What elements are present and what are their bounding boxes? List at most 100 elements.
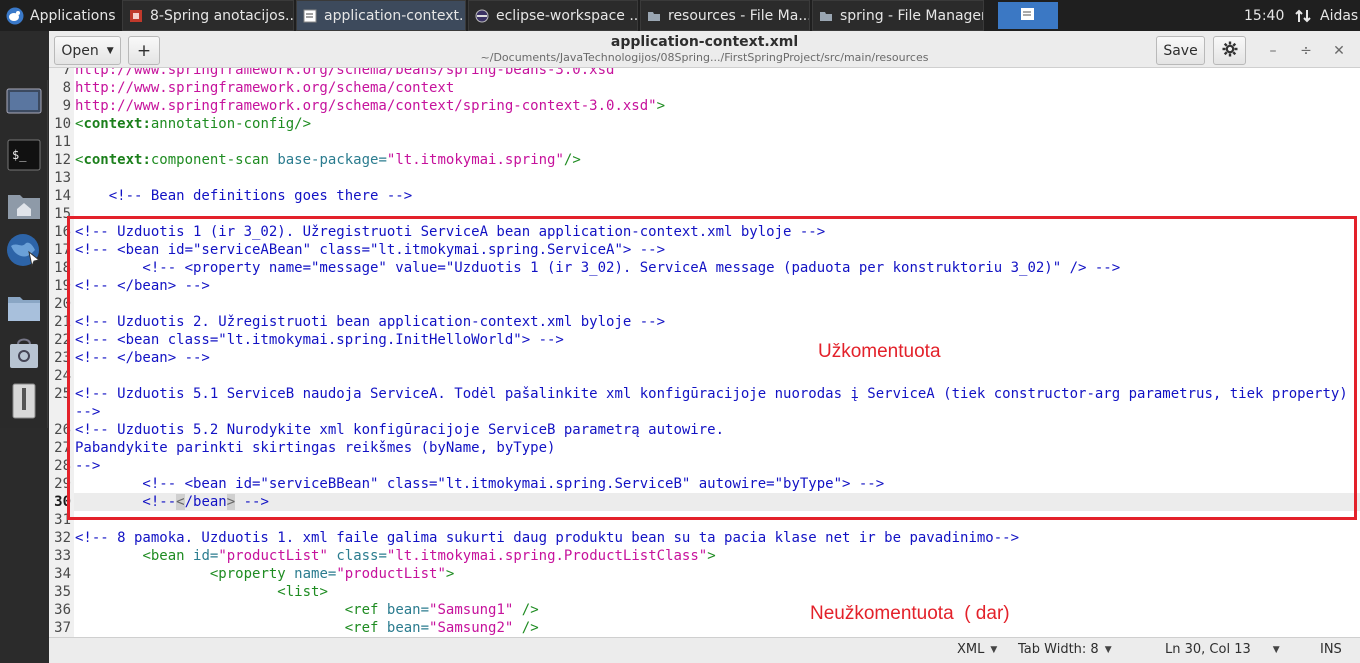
code-token: list: [285, 584, 320, 600]
code-token: bean: [150, 548, 185, 564]
taskbar-item-eclipse[interactable]: eclipse-workspace ...: [468, 0, 638, 31]
line-number: 13: [54, 170, 71, 186]
user-name[interactable]: Aidas: [1320, 0, 1360, 31]
code-line[interactable]: <!-- Bean definitions goes there -->: [75, 187, 1355, 205]
tab-width-label: Tab Width: 8: [1018, 642, 1099, 657]
code-line[interactable]: <bean id="productList" class="lt.itmokym…: [75, 547, 1355, 565]
maximize-button[interactable]: ÷: [1295, 40, 1317, 62]
code-token: component-scan: [150, 152, 269, 168]
code-token: ref: [353, 602, 379, 618]
code-token: <: [344, 620, 354, 636]
line-number: 37: [54, 620, 71, 636]
network-arrows-icon[interactable]: [1294, 0, 1316, 31]
dock: $_: [0, 80, 48, 428]
code-token: http://www.springframework.org/schema/be…: [75, 68, 615, 78]
code-line[interactable]: http://www.springframework.org/schema/be…: [75, 68, 1355, 79]
chevron-down-icon: ▼: [1104, 644, 1112, 655]
web-browser-icon[interactable]: [5, 232, 43, 270]
code-token: >: [445, 566, 455, 582]
applications-menu[interactable]: Applications: [0, 0, 118, 31]
code-token: <: [344, 602, 354, 618]
code-line[interactable]: <list>: [75, 583, 1355, 601]
notepad-icon: [1019, 6, 1037, 26]
commented-region-highlight: [67, 216, 1357, 520]
taskbar-item-label: application-context...: [324, 7, 465, 24]
code-line[interactable]: <property name="productList">: [75, 565, 1355, 583]
taskbar-item-spring-file-manager[interactable]: spring - File Manager: [812, 0, 984, 31]
code-token: <: [277, 584, 286, 600]
text-editor-window: Open ▼ + application-context.xml ~/Docum…: [49, 31, 1360, 663]
line-number: 12: [54, 152, 71, 168]
home-folder-icon[interactable]: [5, 186, 43, 224]
line-number: 11: [54, 134, 71, 150]
tab-width-selector[interactable]: Tab Width: 8 ▼: [1018, 642, 1112, 657]
menu-button[interactable]: [1213, 36, 1246, 65]
code-line[interactable]: <context:annotation-config/>: [75, 115, 1355, 133]
code-token: annotation-config: [150, 116, 295, 132]
line-number: 14: [54, 188, 71, 204]
code-token: "productList": [218, 548, 328, 564]
taskbar-item-label: spring - File Manager: [840, 7, 983, 24]
code-token: context:: [83, 116, 151, 132]
clock[interactable]: 15:40: [1244, 0, 1290, 31]
applications-label: Applications: [30, 7, 116, 24]
line-number: 33: [54, 548, 71, 564]
line-number: 35: [54, 584, 71, 600]
code-token: >: [656, 98, 666, 114]
code-token: <!-- Bean definitions goes there -->: [75, 188, 413, 204]
line-number: 7: [62, 68, 71, 78]
code-token: base-package=: [277, 152, 387, 168]
code-token: >: [319, 584, 328, 600]
xfce-mouse-icon: [6, 7, 24, 25]
taskbar-item-application-context[interactable]: application-context...: [296, 0, 466, 31]
code-token: "lt.itmokymai.spring": [386, 152, 564, 168]
app-finder-icon[interactable]: [5, 334, 43, 372]
code-token: http://www.springframework.org/schema/co…: [75, 98, 657, 114]
close-button[interactable]: ✕: [1328, 40, 1350, 62]
line-number: 34: [54, 566, 71, 582]
folder-icon: [646, 8, 662, 24]
line-number: 32: [54, 530, 71, 546]
code-editor[interactable]: 7 8 9 10 11 12 13 14 15 16 17 18 19 20 21 22 23 24 25 26 27 2…: [49, 68, 1360, 637]
taskbar-item-resources-file-manager[interactable]: resources - File Ma...: [640, 0, 810, 31]
code-token: http://www.springframework.org/schema/co…: [75, 80, 455, 96]
taskbar-item-spring-annotations[interactable]: 8-Spring anotacijos...: [122, 0, 294, 31]
usb-drive-icon[interactable]: [5, 382, 43, 420]
monitor-icon[interactable]: [5, 84, 43, 122]
status-bar: XML ▼ Tab Width: 8 ▼ Ln 30, Col 13 ▼ INS: [49, 637, 1360, 663]
taskbar-item-label: resources - File Ma...: [668, 7, 809, 24]
gear-icon: [1222, 41, 1238, 61]
code-line[interactable]: <context:component-scan base-package="lt…: [75, 151, 1355, 169]
workspace-switcher[interactable]: [998, 2, 1058, 29]
line-number: 36: [54, 602, 71, 618]
code-line[interactable]: <ref bean="Samsung2" />: [75, 619, 1355, 637]
code-token: id=: [193, 548, 219, 564]
code-line[interactable]: http://www.springframework.org/schema/co…: [75, 79, 1355, 97]
taskbar-item-label: 8-Spring anotacijos...: [150, 7, 293, 24]
document-red-icon: [128, 8, 144, 24]
code-token: bean=: [386, 602, 430, 618]
code-token: class=: [336, 548, 387, 564]
language-selector[interactable]: XML ▼: [957, 642, 997, 657]
minimize-button[interactable]: –: [1262, 40, 1284, 62]
code-token: />: [521, 620, 539, 636]
terminal-icon[interactable]: $_: [5, 136, 43, 174]
file-manager-icon[interactable]: [5, 288, 43, 326]
language-label: XML: [957, 642, 985, 657]
chevron-down-icon: ▼: [990, 644, 998, 655]
code-token: />: [563, 152, 581, 168]
code-line[interactable]: <ref bean="Samsung1" />: [75, 601, 1355, 619]
save-button[interactable]: Save: [1156, 36, 1205, 65]
annotation-commented: Užkomentuota: [818, 341, 941, 362]
code-token: <!-- 8 pamoka. Uzduotis 1. xml faile gal…: [75, 530, 1020, 546]
code-token: "productList": [336, 566, 446, 582]
code-line[interactable]: <!-- 8 pamoka. Uzduotis 1. xml faile gal…: [75, 529, 1355, 547]
code-token: bean=: [386, 620, 430, 636]
code-token: >: [707, 548, 716, 564]
code-line[interactable]: http://www.springframework.org/schema/co…: [75, 97, 1355, 115]
cursor-position-selector[interactable]: Ln 30, Col 13 ▼: [1165, 642, 1280, 657]
